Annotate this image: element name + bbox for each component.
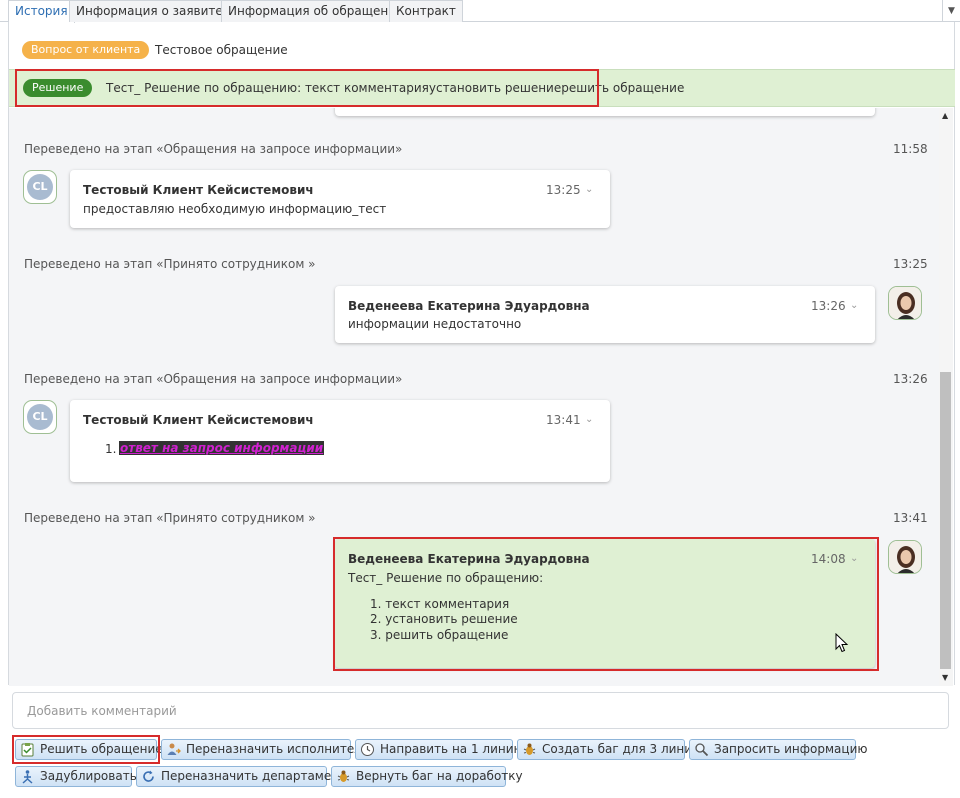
return-bug-button[interactable]: Вернуть баг на доработку — [331, 766, 523, 787]
stage-change-note: Переведено на этап «Принято сотрудником … — [24, 511, 316, 525]
solution-list-item: 3. решить обращение — [370, 628, 509, 642]
resolve-request-button[interactable]: Решить обращение — [15, 739, 163, 760]
agent-avatar — [888, 540, 922, 574]
duplicate-button[interactable]: Задублировать — [15, 766, 137, 787]
message-text: предоставляю необходимую информацию_тест — [83, 202, 387, 216]
bug-icon — [523, 743, 536, 755]
solution-list-item: 1. текст комментария — [370, 597, 510, 611]
client-avatar: CL — [23, 400, 57, 434]
chevron-down-icon[interactable]: ⌄ — [850, 553, 858, 564]
tab-applicant-info[interactable]: Информация о заявителе — [69, 0, 245, 22]
stage-change-note: Переведено на этап «Обращения на запросе… — [24, 372, 403, 386]
tab-request-info[interactable]: Информация об обращении — [221, 0, 411, 22]
solution-message-card: Веденеева Екатерина Эдуардовна 14:08 ⌄ Т… — [335, 539, 875, 668]
refresh-icon — [143, 770, 154, 782]
message-author: Веденеева Екатерина Эдуардовна — [348, 552, 590, 566]
client-message-card: Тестовый Клиент Кейсистемович 13:41 ⌄ 1.… — [70, 400, 610, 482]
chevron-down-icon[interactable]: ⌄ — [585, 184, 593, 195]
tabs-dropdown-icon[interactable]: ▼ — [942, 0, 960, 22]
tab-bar: История Информация о заявителе Информаци… — [0, 0, 960, 23]
request-information-button[interactable]: Запросить информацию — [689, 739, 867, 760]
magnifier-icon — [695, 743, 709, 757]
stage-change-time: 13:26 — [893, 372, 928, 386]
clock-icon — [361, 743, 374, 756]
stage-change-time: 11:58 — [893, 142, 928, 156]
mouse-cursor-icon — [835, 632, 849, 656]
solution-list-item: 2. установить решение — [370, 612, 518, 626]
message-author: Тестовый Клиент Кейсистемович — [83, 183, 314, 197]
scroll-down-icon[interactable]: ▼ — [942, 673, 948, 682]
feed-scrollbar[interactable]: ▲ ▼ — [939, 108, 953, 686]
stage-change-time: 13:41 — [893, 511, 928, 525]
previous-message-card — [335, 108, 875, 116]
message-text: Тест_ Решение по обращению: — [348, 571, 544, 585]
reassign-executor-button[interactable]: Переназначить исполнителя — [161, 739, 369, 760]
create-bug-button[interactable]: Создать баг для 3 линии — [517, 739, 700, 760]
stage-change-note: Переведено на этап «Принято сотрудником … — [24, 257, 316, 271]
list-marker: 1. — [105, 442, 117, 456]
message-author: Тестовый Клиент Кейсистемович — [83, 413, 314, 427]
attachment-link[interactable]: ответ на запрос информации — [119, 441, 325, 455]
client-avatar: CL — [23, 170, 57, 204]
message-time: 13:41 — [546, 413, 581, 427]
stage-change-time: 13:25 — [893, 257, 928, 271]
user-swap-icon — [167, 743, 181, 755]
agent-message-card: Веденеева Екатерина Эдуардовна 13:26 ⌄ и… — [335, 286, 875, 343]
request-subject: Тестовое обращение — [155, 43, 288, 57]
client-message-card: Тестовый Клиент Кейсистемович 13:25 ⌄ пр… — [70, 170, 610, 228]
bug-return-icon — [337, 770, 350, 782]
stage-change-note: Переведено на этап «Обращения на запросе… — [24, 142, 403, 156]
clipboard-icon — [21, 743, 34, 757]
scroll-up-icon[interactable]: ▲ — [942, 111, 948, 120]
client-question-badge: Вопрос от клиента — [22, 41, 150, 59]
solution-badge: Решение — [23, 79, 93, 97]
duplicate-icon — [22, 770, 33, 784]
send-to-first-line-button[interactable]: Направить на 1 линию — [355, 739, 524, 760]
tab-history[interactable]: История — [8, 0, 75, 23]
message-time: 14:08 — [811, 552, 846, 566]
tab-contract[interactable]: Контракт — [389, 0, 463, 22]
agent-avatar — [888, 286, 922, 320]
message-time: 13:26 — [811, 299, 846, 313]
comment-field[interactable] — [12, 692, 949, 729]
message-author: Веденеева Екатерина Эдуардовна — [348, 299, 590, 313]
chevron-down-icon[interactable]: ⌄ — [585, 414, 593, 425]
scrollbar-thumb[interactable] — [940, 372, 951, 669]
message-text: информации недостаточно — [348, 317, 522, 331]
chevron-down-icon[interactable]: ⌄ — [850, 300, 858, 311]
comment-input[interactable] — [13, 693, 948, 728]
message-time: 13:25 — [546, 183, 581, 197]
reassign-department-button[interactable]: Переназначить департамент — [136, 766, 346, 787]
solution-text: Тест_ Решение по обращению: текст коммен… — [106, 81, 685, 95]
